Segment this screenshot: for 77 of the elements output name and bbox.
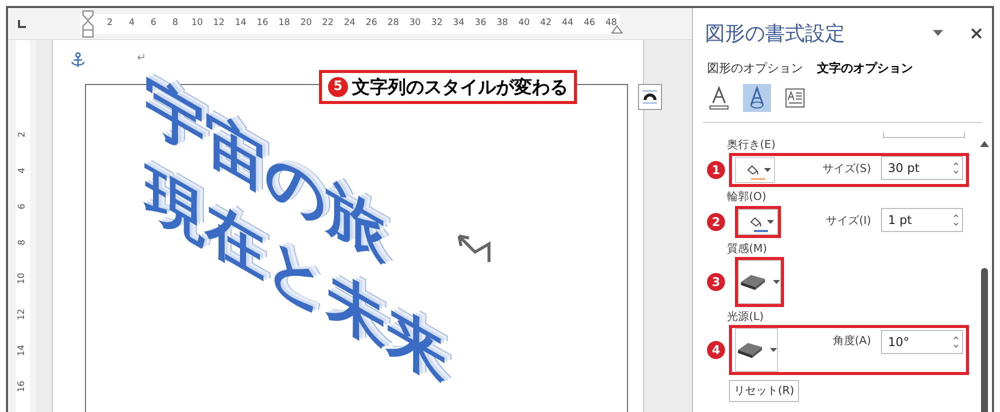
ruler-number: 10 [191,17,203,30]
ruler-number: 28 [388,17,399,30]
field-label: 角度(A) [832,333,871,349]
text-wrap-icon [642,90,658,104]
section-label: 光源(L) [726,309,765,325]
ruler-number: 32 [431,17,443,30]
panel-tab[interactable]: 文字のオプション [817,59,913,77]
bevel-block-icon [736,341,764,359]
section-label: 奥行き(E) [726,137,777,153]
ruler-number: 8 [18,239,28,245]
layout-options-button[interactable] [638,84,662,110]
ruler-number: 6 [150,17,156,30]
ruler-number: 44 [562,17,574,30]
ruler-number: 16 [256,17,268,30]
field-label: サイズ(S) [822,161,871,177]
color-picker-button[interactable] [735,157,775,183]
scroll-up-arrow-icon[interactable] [980,141,989,147]
ruler-number: 34 [452,17,464,30]
right-indent-marker-icon[interactable] [611,24,623,34]
panel-title: 図形の書式設定 [705,20,846,47]
ruler-number: 10 [18,272,28,284]
ruler-number: 20 [300,17,312,30]
ruler-number: 26 [366,17,378,30]
ruler-number: 22 [322,17,334,30]
scrollbar-thumb[interactable] [981,268,988,412]
spin-field[interactable]: 30 pt [881,156,963,180]
callout-text: 文字列のスタイルが変わる [352,76,568,100]
fill-line-icon [707,85,731,111]
step-number-badge: 2 [707,213,725,231]
ruler-number: 36 [474,17,486,30]
ruler-number: 46 [584,17,596,30]
tab-stop-icon[interactable] [18,20,26,28]
step-number-badge: 4 [707,341,725,359]
panel-icon-tab[interactable] [743,84,771,112]
spinner-arrows-icon[interactable] [953,213,959,227]
step-number-badge: 1 [707,161,725,179]
ruler-number: 42 [540,17,552,30]
dropdown-caret-icon[interactable] [933,30,943,36]
spinner-arrows-icon[interactable] [953,335,959,349]
ruler-number: 40 [518,17,530,30]
ruler-number: 48 [606,17,617,30]
section-label: 輪郭(O) [726,189,768,205]
ruler-number: 2 [18,131,28,137]
ruler-number: 4 [18,167,28,173]
close-icon[interactable] [971,28,982,38]
ruler-number: 6 [18,203,28,209]
section-label: 質感(M) [726,241,768,257]
panel-tab[interactable]: 図形のオプション [707,59,803,77]
ruler-number: 24 [344,17,356,30]
ruler-number: 30 [409,17,421,30]
material-dropdown-button[interactable] [735,328,778,372]
caret-icon [770,348,777,352]
ruler-number: 16 [18,380,28,392]
ruler-number: 2 [107,17,113,30]
paint-bucket-icon [748,215,762,229]
spin-field[interactable]: 10° [881,330,963,354]
reset-button[interactable]: リセット(R) [729,380,800,402]
ruler-number: 4 [128,17,135,30]
ruler-number: 12 [18,308,28,320]
bevel-block-icon [739,273,767,291]
field-label: サイズ(I) [826,213,871,229]
paint-bucket-icon [746,163,760,177]
spin-field[interactable]: 1 pt [881,208,963,232]
ruler-number: 14 [234,17,246,30]
spinner-arrows-icon[interactable] [953,161,959,175]
ruler-number: 8 [172,17,178,30]
caret-icon [766,220,774,224]
ruler-number: 38 [496,17,508,30]
paragraph-mark: ↵ [137,50,146,66]
ruler-number: 18 [278,17,290,30]
ruler-number: 12 [213,17,225,30]
caret-icon [773,280,780,284]
caret-icon [764,168,770,172]
anchor-icon[interactable] [71,52,85,68]
ruler-number: 14 [18,344,28,356]
step-number-badge: 3 [707,273,725,291]
step-number-badge: 5 [328,77,348,97]
